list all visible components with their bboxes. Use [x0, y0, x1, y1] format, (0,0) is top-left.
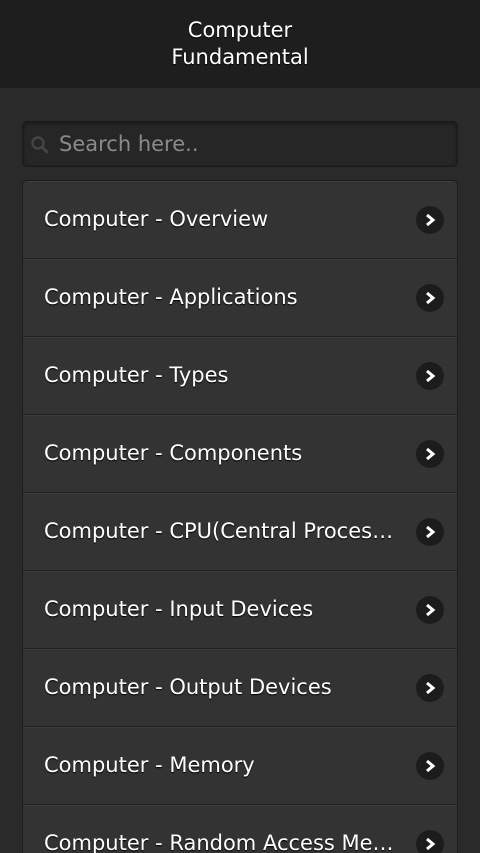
chevron-right-icon[interactable] — [416, 206, 444, 234]
app-header: Computer Fundamental — [0, 0, 480, 88]
list-item[interactable]: Computer - Components — [23, 415, 457, 493]
chevron-right-icon[interactable] — [416, 440, 444, 468]
list-item-label: Computer - Applications — [44, 285, 298, 309]
list-item[interactable]: Computer - CPU(Central Processi... — [23, 493, 457, 571]
list-item[interactable]: Computer - Overview — [23, 181, 457, 259]
list-item-label: Computer - Types — [44, 363, 229, 387]
list-item[interactable]: Computer - Types — [23, 337, 457, 415]
chevron-right-icon[interactable] — [416, 674, 444, 702]
list-item[interactable]: Computer - Random Access Mem... — [23, 805, 457, 853]
chevron-right-icon[interactable] — [416, 518, 444, 546]
chevron-right-icon[interactable] — [416, 752, 444, 780]
list-item-label: Computer - Output Devices — [44, 675, 332, 699]
list-item-label: Computer - Input Devices — [44, 597, 314, 621]
page-title: Computer Fundamental — [171, 18, 309, 69]
search-input[interactable] — [59, 122, 449, 166]
list-item[interactable]: Computer - Input Devices — [23, 571, 457, 649]
search-bar[interactable] — [22, 121, 458, 167]
list-item-label: Computer - CPU(Central Processi... — [44, 519, 404, 543]
search-icon — [30, 135, 50, 155]
chevron-right-icon[interactable] — [416, 284, 444, 312]
list-item[interactable]: Computer - Output Devices — [23, 649, 457, 727]
chevron-right-icon[interactable] — [416, 596, 444, 624]
list-item-label: Computer - Memory — [44, 753, 255, 777]
list-item[interactable]: Computer - Memory — [23, 727, 457, 805]
chevron-right-icon[interactable] — [416, 362, 444, 390]
main-content: Computer - Overview Computer - Applicati… — [0, 121, 480, 853]
list-item-label: Computer - Overview — [44, 207, 269, 231]
list-item[interactable]: Computer - Applications — [23, 259, 457, 337]
topic-list: Computer - Overview Computer - Applicati… — [22, 180, 458, 853]
list-item-label: Computer - Components — [44, 441, 303, 465]
chevron-right-icon[interactable] — [416, 830, 444, 853]
list-item-label: Computer - Random Access Mem... — [44, 831, 404, 853]
